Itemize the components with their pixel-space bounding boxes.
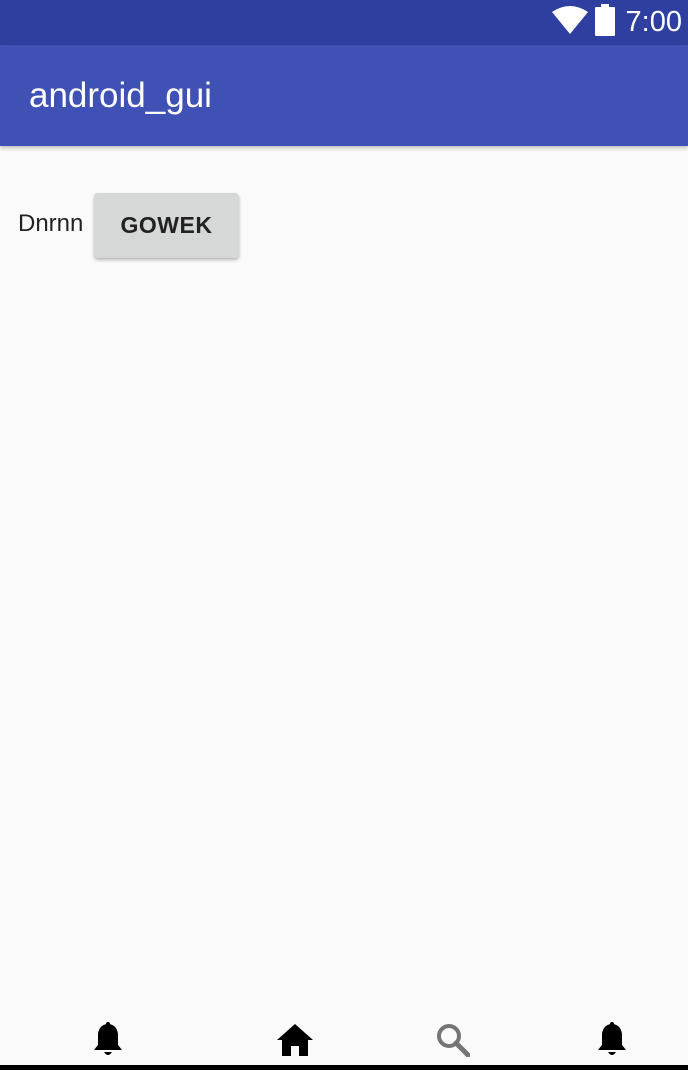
home-icon xyxy=(277,1023,313,1061)
status-time: 7:00 xyxy=(625,6,682,38)
system-navigation-bar xyxy=(0,1065,688,1070)
search-icon xyxy=(436,1023,471,1062)
battery-icon xyxy=(594,4,616,41)
bell-icon xyxy=(92,1021,124,1063)
nav-item-home[interactable] xyxy=(275,1022,315,1062)
status-icons: 7:00 xyxy=(551,0,682,45)
wifi-icon xyxy=(551,6,588,39)
text-label: Dnrnn xyxy=(18,210,84,237)
gowek-button[interactable]: GOWEK xyxy=(94,193,239,258)
nav-item-search[interactable] xyxy=(433,1022,473,1062)
app-title: android_gui xyxy=(29,76,212,115)
app-bar: android_gui xyxy=(0,45,688,146)
bell-icon xyxy=(596,1021,628,1063)
nav-item-notifications[interactable] xyxy=(88,1021,128,1063)
bottom-navigation xyxy=(0,1010,688,1065)
nav-item-notifications-2[interactable] xyxy=(592,1021,632,1063)
status-bar: 7:00 xyxy=(0,0,688,45)
main-content: Dnrnn GOWEK xyxy=(0,146,688,1010)
